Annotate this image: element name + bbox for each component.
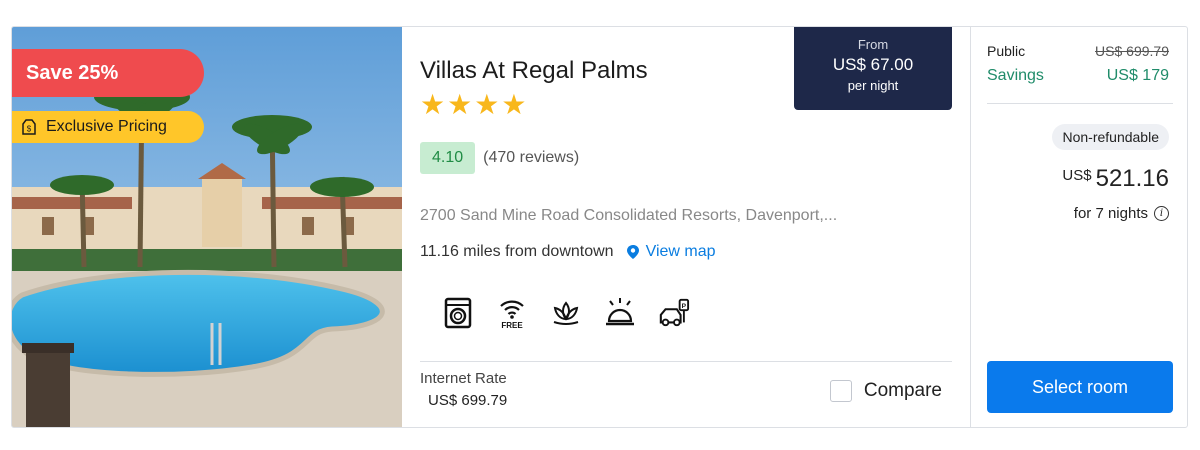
total-amount: 521.16 [1095, 165, 1169, 192]
compare-toggle[interactable]: Compare [829, 380, 942, 402]
view-map-link[interactable]: View map [626, 243, 716, 261]
savings-value: US$ 179 [1106, 67, 1169, 84]
free-wifi-icon: FREE [496, 295, 528, 331]
select-room-button[interactable]: Select room [987, 361, 1173, 413]
hotel-name[interactable]: Villas At Regal Palms [420, 57, 648, 85]
distance-row: 11.16 miles from downtown View map [420, 243, 716, 261]
compare-checkbox[interactable] [829, 380, 852, 402]
svg-text:$: $ [27, 125, 32, 134]
map-pin-icon [626, 245, 639, 259]
discount-badge: Save 25% [12, 49, 204, 97]
price-tag-icon: $ [20, 118, 38, 136]
washing-machine-icon [442, 295, 474, 331]
svg-text:FREE: FREE [501, 321, 523, 330]
spa-lotus-icon [550, 295, 582, 331]
star-icon: ★ [447, 89, 473, 120]
review-score-badge: 4.10 [420, 142, 476, 174]
star-rating: ★ ★ ★ ★ [420, 91, 526, 119]
non-refundable-badge: Non-refundable [1052, 124, 1169, 150]
price-separator [987, 103, 1173, 104]
internet-rate-label: Internet Rate [420, 370, 507, 387]
exclusive-pricing-badge: $ Exclusive Pricing [12, 111, 204, 143]
nights-label: for 7 nights [1073, 205, 1148, 222]
star-icon: ★ [474, 89, 500, 120]
nights-row: for 7 nights i [1074, 205, 1169, 222]
star-icon: ★ [501, 89, 527, 120]
compare-label: Compare [863, 380, 942, 401]
hotel-address: 2700 Sand Mine Road Consolidated Resorts… [420, 207, 838, 224]
hotel-photo[interactable]: Save 25% $ Exclusive Pricing [12, 27, 402, 427]
from-price-amount: US$ 67.00 [832, 55, 914, 74]
price-panel: Public US$ 699.79 Savings US$ 179 Non-re… [971, 27, 1187, 427]
star-icon: ★ [420, 89, 446, 120]
public-price-label: Public [987, 43, 1026, 59]
room-service-bell-icon [604, 295, 636, 331]
view-map-label: View map [645, 243, 716, 260]
hotel-info: Villas At Regal Palms ★ ★ ★ ★ 4.10 (470 … [402, 27, 972, 427]
distance-text: 11.16 miles from downtown [420, 243, 614, 260]
rate-compare-row: Internet Rate US$ 699.79 Compare [420, 361, 952, 427]
per-night-label: per night [847, 78, 899, 93]
svg-text:P: P [682, 303, 687, 310]
total-currency: US$ [1062, 167, 1092, 184]
exclusive-pricing-label: Exclusive Pricing [46, 118, 167, 135]
review-count[interactable]: (470 reviews) [483, 149, 579, 167]
internet-rate-value: US$ 699.79 [428, 392, 508, 409]
amenities-list: FREE P [442, 295, 690, 331]
hotel-card: Save 25% $ Exclusive Pricing Villas At R… [11, 26, 1188, 428]
parking-icon: P [658, 295, 690, 331]
from-label: From [857, 37, 889, 52]
public-price-value: US$ 699.79 [1095, 43, 1169, 59]
from-price-box: From US$ 67.00 per night [794, 27, 952, 110]
savings-label: Savings [987, 67, 1044, 84]
review-rating: 4.10 (470 reviews) [420, 142, 579, 174]
info-icon[interactable]: i [1154, 206, 1169, 221]
total-price: US$ 521.16 [1062, 165, 1169, 193]
